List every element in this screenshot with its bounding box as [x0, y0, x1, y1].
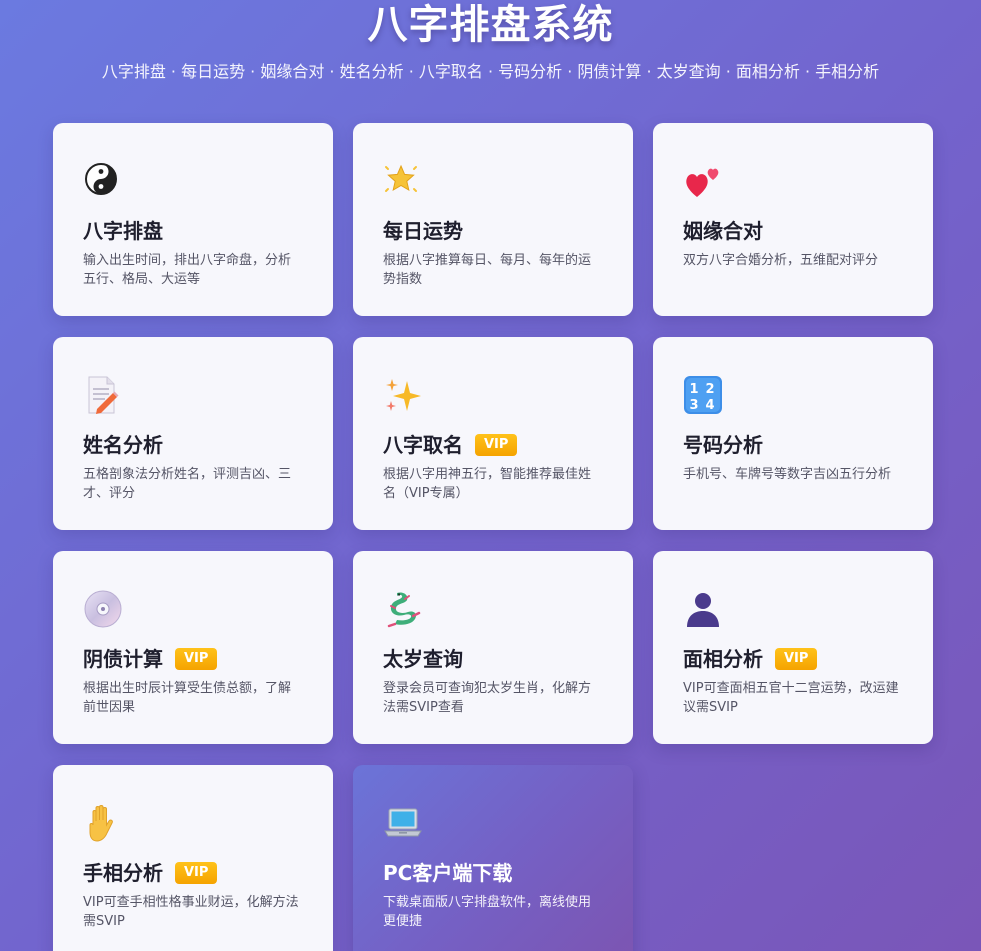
card-palm-reading[interactable]: 手相分析 VIP VIP可查手相性格事业财运，化解方法需SVIP	[53, 765, 333, 951]
yin-yang-icon	[83, 161, 119, 197]
card-description: 根据八字用神五行，智能推荐最佳姓名（VIP专属）	[383, 467, 592, 501]
feature-grid: 八字排盘 输入出生时间，排出八字命盘，分析五行、格局、大运等 每日运势 根据八字…	[53, 123, 933, 951]
card-title: PC客户端下载	[383, 861, 513, 885]
card-title: 阴债计算	[83, 647, 163, 671]
card-title: 姻缘合对	[683, 219, 763, 243]
vip-badge: VIP	[175, 862, 218, 884]
card-description: 输入出生时间，排出八字命盘，分析五行、格局、大运等	[83, 253, 292, 287]
card-karmic-debt[interactable]: 阴债计算 VIP 根据出生时辰计算受生债总额，了解前世因果	[53, 551, 333, 744]
raised-hand-icon	[83, 803, 119, 842]
card-title: 八字排盘	[83, 219, 163, 243]
card-description: 下载桌面版八字排盘软件，离线使用更便捷	[383, 895, 592, 929]
card-description: VIP可查手相性格事业财运，化解方法需SVIP	[83, 895, 299, 929]
vip-badge: VIP	[175, 648, 218, 670]
person-silhouette-icon	[683, 589, 719, 627]
card-taisui-query[interactable]: 太岁查询 登录会员可查询犯太岁生肖，化解方法需SVIP查看	[353, 551, 633, 744]
number-keycap-icon: 1 2 3 4	[683, 375, 722, 414]
dragon-icon	[383, 589, 421, 628]
star-icon	[383, 161, 419, 197]
card-title: 号码分析	[683, 433, 763, 457]
card-daily-fortune[interactable]: 每日运势 根据八字推算每日、每月、每年的运势指数	[353, 123, 633, 316]
card-pc-client-download[interactable]: PC客户端下载 下载桌面版八字排盘软件，离线使用更便捷	[353, 765, 633, 951]
memo-pencil-icon	[83, 375, 119, 414]
vip-badge: VIP	[475, 434, 518, 456]
card-title: 面相分析	[683, 647, 763, 671]
card-bazi-paipan[interactable]: 八字排盘 输入出生时间，排出八字命盘，分析五行、格局、大运等	[53, 123, 333, 316]
card-title: 太岁查询	[383, 647, 463, 671]
card-description: 五格剖象法分析姓名，评测吉凶、三才、评分	[83, 467, 292, 501]
card-description: 登录会员可查询犯太岁生肖，化解方法需SVIP查看	[383, 681, 592, 715]
laptop-icon	[383, 803, 422, 839]
card-description: 根据八字推算每日、每月、每年的运势指数	[383, 253, 592, 287]
sparkles-icon	[383, 375, 421, 411]
svg-text:3: 3	[689, 398, 698, 413]
card-title: 手相分析	[83, 861, 163, 885]
card-face-reading[interactable]: 面相分析 VIP VIP可查面相五官十二宫运势，改运建议需SVIP	[653, 551, 933, 744]
card-title: 八字取名	[383, 433, 463, 457]
card-title: 姓名分析	[83, 433, 163, 457]
page-title: 八字排盘系统	[367, 2, 614, 48]
card-marriage-match[interactable]: 姻缘合对 双方八字合婚分析，五维配对评分	[653, 123, 933, 316]
svg-text:4: 4	[705, 398, 714, 413]
two-hearts-icon	[683, 161, 719, 197]
vip-badge: VIP	[775, 648, 818, 670]
card-name-analysis[interactable]: 姓名分析 五格剖象法分析姓名，评测吉凶、三才、评分	[53, 337, 333, 530]
disc-icon	[83, 589, 122, 628]
card-title: 每日运势	[383, 219, 463, 243]
card-description: 双方八字合婚分析，五维配对评分	[683, 253, 879, 268]
feature-subtitle: 八字排盘 · 每日运势 · 姻缘合对 · 姓名分析 · 八字取名 · 号码分析 …	[101, 62, 880, 81]
svg-text:2: 2	[705, 382, 714, 397]
card-number-analysis[interactable]: 1 2 3 4 号码分析 手机号、车牌号等数字吉凶五行分析	[653, 337, 933, 530]
card-description: VIP可查面相五官十二宫运势，改运建议需SVIP	[683, 681, 899, 715]
card-description: 手机号、车牌号等数字吉凶五行分析	[683, 467, 892, 482]
card-description: 根据出生时辰计算受生债总额，了解前世因果	[83, 681, 292, 715]
card-bazi-naming[interactable]: 八字取名 VIP 根据八字用神五行，智能推荐最佳姓名（VIP专属）	[353, 337, 633, 530]
svg-text:1: 1	[689, 382, 698, 397]
